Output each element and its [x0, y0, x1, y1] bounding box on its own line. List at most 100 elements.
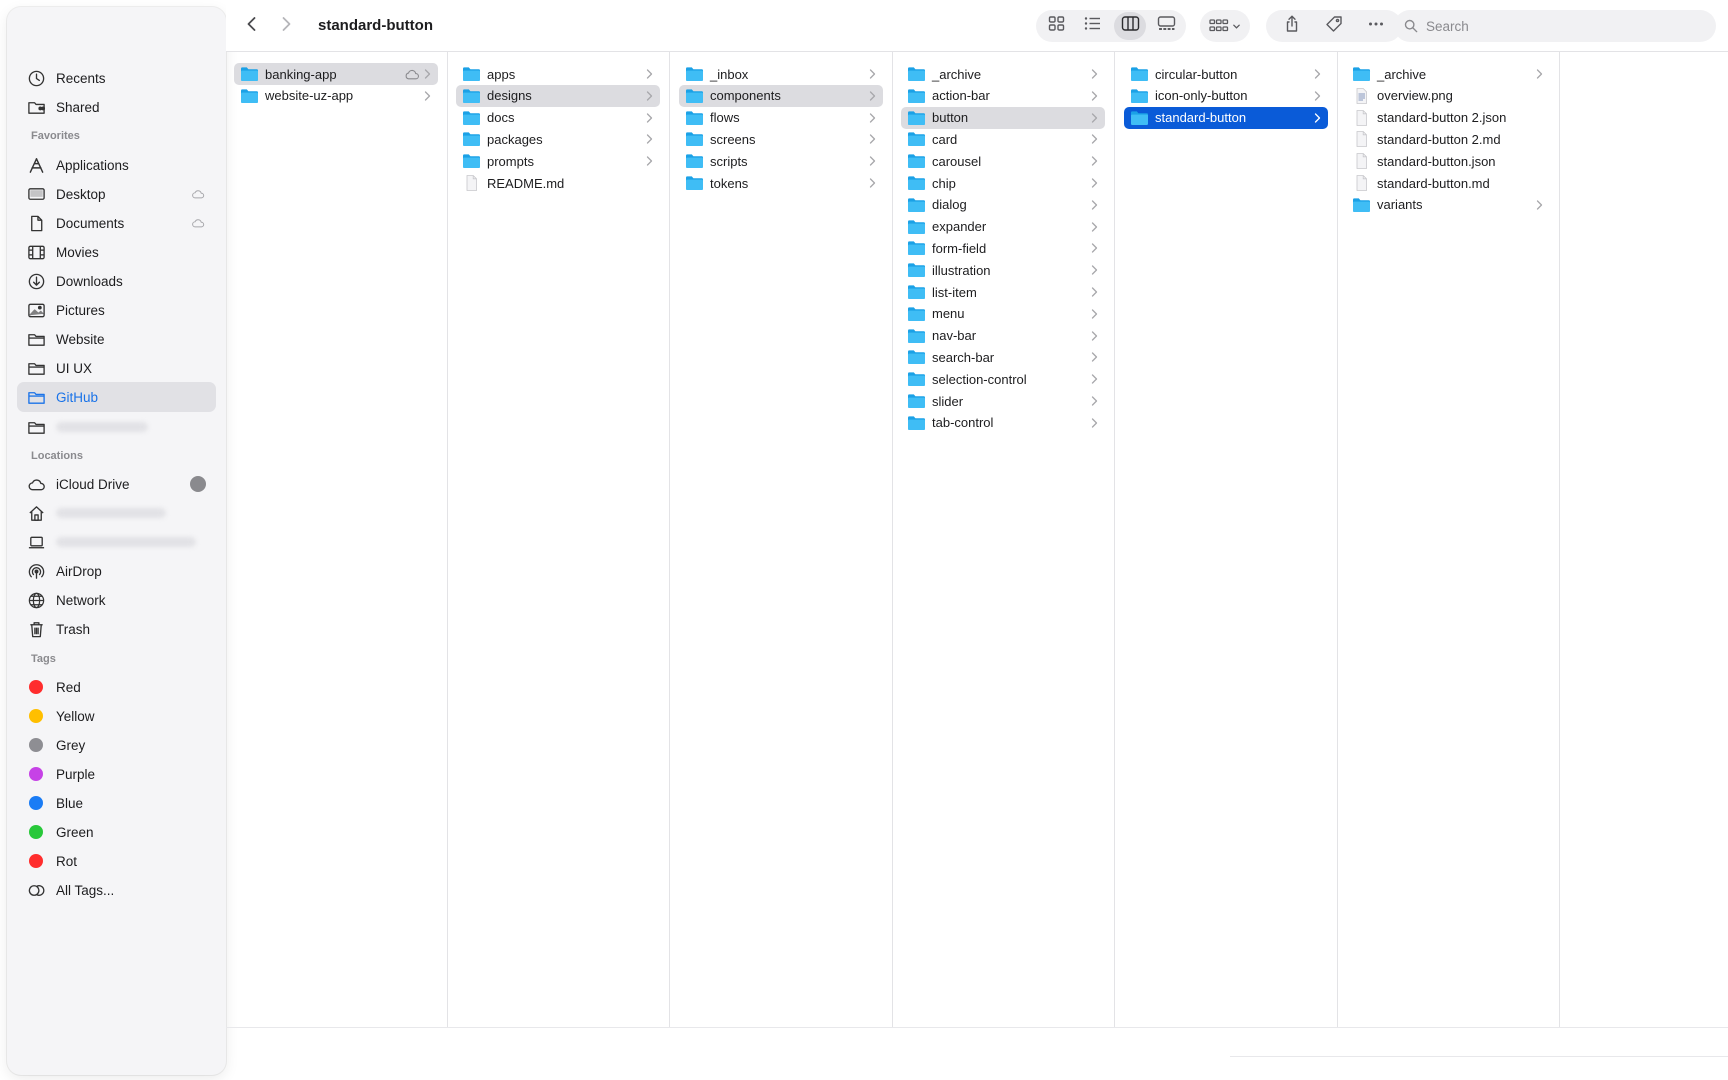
group-button[interactable] [1200, 10, 1250, 42]
back-button[interactable] [236, 10, 268, 42]
folder-row[interactable]: chip [901, 172, 1105, 194]
tag-item-rot[interactable]: Rot [17, 846, 216, 876]
folder-row[interactable]: selection-control [901, 368, 1105, 390]
search-field[interactable] [1394, 10, 1716, 42]
chevron-right-icon [1091, 330, 1098, 342]
more-button[interactable] [1360, 10, 1392, 42]
folder-row[interactable]: screens [679, 128, 883, 150]
tag-item-green[interactable]: Green [17, 817, 216, 847]
chevron-right-icon [1091, 155, 1098, 167]
chevron-right-icon [646, 68, 653, 80]
sidebar-item-trash[interactable]: Trash [17, 614, 216, 644]
folder-row[interactable]: illustration [901, 259, 1105, 281]
folder-row[interactable]: card [901, 128, 1105, 150]
search-input[interactable] [1426, 18, 1706, 34]
tag-item-purple[interactable]: Purple [17, 759, 216, 789]
folder-row[interactable]: action-bar [901, 85, 1105, 107]
folder-icon [685, 175, 704, 191]
sidebar-item-icloud-drive[interactable]: iCloud Drive [17, 469, 216, 499]
gallery-view-button[interactable] [1150, 12, 1182, 40]
folder-row[interactable]: apps [456, 63, 660, 85]
sidebar-item-website[interactable]: Website [17, 324, 216, 354]
folder-row[interactable]: expander [901, 216, 1105, 238]
folder-row[interactable]: standard-button [1124, 106, 1328, 129]
column-view-button[interactable] [1114, 12, 1146, 40]
folder-row[interactable]: form-field [901, 237, 1105, 259]
folder-row[interactable]: tokens [679, 172, 883, 194]
folder-row[interactable]: website-uz-app [234, 85, 438, 107]
forward-button[interactable] [270, 10, 302, 42]
folder-row[interactable]: components [679, 84, 883, 107]
folder-icon [1130, 88, 1149, 104]
tag-item-red[interactable]: Red [17, 672, 216, 702]
item-name: flows [710, 110, 740, 126]
item-name: standard-button 2.json [1377, 110, 1507, 126]
folder-row[interactable]: nav-bar [901, 325, 1105, 347]
folder-row[interactable]: icon-only-button [1124, 85, 1328, 107]
file-row[interactable]: standard-button 2.md [1346, 128, 1550, 150]
sidebar-item-network[interactable]: Network [17, 585, 216, 615]
sidebar-item-github[interactable]: GitHub [17, 382, 216, 412]
sidebar-item-ui-ux[interactable]: UI UX [17, 353, 216, 383]
chevron-right-icon [1314, 68, 1321, 80]
file-row[interactable]: standard-button 2.json [1346, 107, 1550, 129]
sidebar-item-airdrop[interactable]: AirDrop [17, 556, 216, 586]
item-name: overview.png [1377, 88, 1453, 104]
back-icon [243, 15, 261, 38]
tag-item-grey[interactable]: Grey [17, 730, 216, 760]
folder-row[interactable]: tab-control [901, 412, 1105, 434]
all-tags-item[interactable]: All Tags... [17, 875, 216, 905]
folder-row[interactable]: search-bar [901, 346, 1105, 368]
folder-row[interactable]: menu [901, 303, 1105, 325]
item-name: standard-button 2.md [1377, 131, 1501, 147]
sidebar-item-pictures[interactable]: Pictures [17, 295, 216, 325]
tag-button[interactable] [1318, 10, 1350, 42]
folder-row[interactable]: docs [456, 107, 660, 129]
folder-row[interactable]: slider [901, 390, 1105, 412]
item-name: packages [487, 131, 543, 147]
sidebar-item-desktop[interactable]: Desktop [17, 179, 216, 209]
folder-row[interactable]: prompts [456, 150, 660, 172]
sidebar-item-documents[interactable]: Documents [17, 208, 216, 238]
folder-row[interactable]: dialog [901, 194, 1105, 216]
tag-item-yellow[interactable]: Yellow [17, 701, 216, 731]
folder-row[interactable]: list-item [901, 281, 1105, 303]
folder-row[interactable]: packages [456, 128, 660, 150]
clock-icon [26, 68, 46, 88]
file-row[interactable]: overview.png [1346, 85, 1550, 107]
folder-row[interactable]: _inbox [679, 63, 883, 85]
icon-view-button[interactable] [1040, 12, 1072, 40]
sidebar-item-redacted-folder[interactable] [17, 412, 216, 442]
item-name: search-bar [932, 349, 995, 365]
folder-row[interactable]: button [901, 106, 1105, 129]
sidebar-item-applications[interactable]: Applications [17, 150, 216, 180]
folder-row[interactable]: designs [456, 84, 660, 107]
folder-row[interactable]: _archive [1346, 63, 1550, 85]
folder-row[interactable]: _archive [901, 63, 1105, 85]
sidebar-item-movies[interactable]: Movies [17, 237, 216, 267]
file-row[interactable]: standard-button.md [1346, 172, 1550, 194]
folder-row[interactable]: carousel [901, 150, 1105, 172]
sidebar-item-shared[interactable]: Shared [17, 92, 216, 122]
folder-icon [240, 88, 259, 104]
sidebar-item-redacted-home[interactable] [17, 498, 216, 528]
document-icon [462, 175, 481, 191]
tag-item-blue[interactable]: Blue [17, 788, 216, 818]
folder-row[interactable]: flows [679, 107, 883, 129]
list-view-button[interactable] [1076, 12, 1108, 40]
sidebar-item-downloads[interactable]: Downloads [17, 266, 216, 296]
folder-row[interactable]: circular-button [1124, 63, 1328, 85]
folder-row[interactable]: scripts [679, 150, 883, 172]
tag-label: Rot [56, 853, 78, 869]
cloud-icon [26, 474, 46, 494]
desktop-icon [26, 184, 46, 204]
folder-row[interactable]: banking-app [234, 63, 438, 85]
sidebar: Recents Shared Favorites Applications Deskto… [7, 7, 226, 1075]
folder-row[interactable]: variants [1346, 194, 1550, 216]
sidebar-item-recents[interactable]: Recents [17, 63, 216, 93]
share-button[interactable] [1276, 10, 1308, 42]
file-row[interactable]: standard-button.json [1346, 150, 1550, 172]
sidebar-item-redacted-computer[interactable] [17, 527, 216, 557]
image-file-icon [1352, 87, 1371, 104]
file-row[interactable]: README.md [456, 172, 660, 194]
